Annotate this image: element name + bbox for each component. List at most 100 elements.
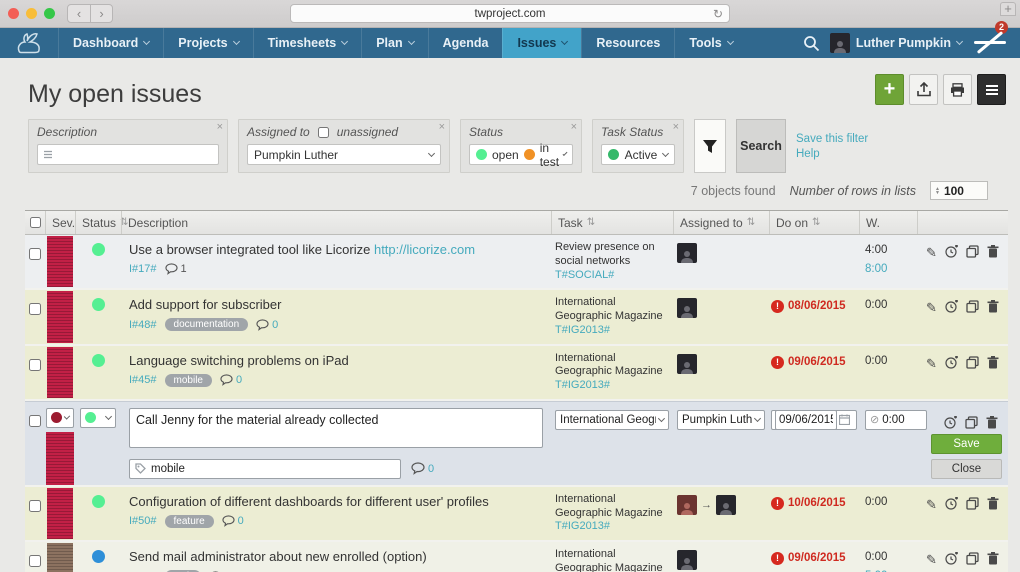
browser-back-button[interactable]: ‹ <box>68 5 90 22</box>
export-button[interactable] <box>909 74 938 105</box>
copy-icon[interactable] <box>966 497 979 510</box>
address-bar[interactable]: twproject.com ↻ <box>290 4 730 23</box>
trash-icon[interactable] <box>987 245 999 258</box>
remove-filter-icon[interactable]: × <box>217 121 223 133</box>
task-name[interactable]: International Geographic Magazine <box>555 296 663 322</box>
task-name[interactable]: International Geographic Magazine <box>555 493 663 519</box>
header-assigned-to[interactable]: Assigned to ⇅ <box>673 211 769 234</box>
description-editor[interactable]: Call Jenny for the material already coll… <box>129 407 543 448</box>
task-code[interactable]: T#SOCIAL# <box>555 269 614 281</box>
close-annotation-icon[interactable]: 2 <box>972 21 1008 57</box>
issue-tag[interactable]: feature <box>164 514 214 528</box>
timer-icon[interactable] <box>945 355 958 369</box>
row-checkbox[interactable] <box>29 499 41 512</box>
user-menu[interactable]: Luther Pumpkin <box>829 33 964 53</box>
remove-filter-icon[interactable]: × <box>673 121 679 133</box>
edit-icon[interactable]: ✎ <box>926 356 937 372</box>
edit-icon[interactable]: ✎ <box>926 497 937 513</box>
zoom-window-icon[interactable] <box>44 8 55 19</box>
assignee-select[interactable]: Pumpkin Luth <box>677 409 765 430</box>
assignee-avatar[interactable] <box>677 243 697 263</box>
row-checkbox[interactable] <box>29 248 41 260</box>
tags-input[interactable]: mobile <box>129 458 401 479</box>
comments[interactable]: 0 <box>220 374 242 386</box>
print-button[interactable] <box>943 74 972 105</box>
row-checkbox[interactable] <box>29 555 41 567</box>
assignee-avatar[interactable] <box>677 298 697 319</box>
task-code[interactable]: T#IG2013# <box>555 379 610 391</box>
nav-item-resources[interactable]: Resources <box>581 28 674 58</box>
edit-icon[interactable]: ✎ <box>926 552 937 568</box>
advanced-filter-button[interactable] <box>694 119 726 173</box>
minimize-window-icon[interactable] <box>26 8 37 19</box>
comments[interactable]: 0 <box>411 462 434 476</box>
comments[interactable]: 1 <box>164 263 187 275</box>
issue-id[interactable]: I#17# <box>129 263 157 275</box>
task-code[interactable]: T#IG2013# <box>555 520 610 532</box>
copy-icon[interactable] <box>966 355 979 369</box>
issue-title[interactable]: Configuration of different dashboards fo… <box>129 494 489 509</box>
issue-tag[interactable]: mobile <box>164 373 212 387</box>
trash-icon[interactable] <box>986 415 998 429</box>
nav-item-projects[interactable]: Projects <box>163 28 252 58</box>
issue-id[interactable]: I#50# <box>129 515 157 527</box>
task-name[interactable]: Review presence on social networks <box>555 241 655 267</box>
issue-title[interactable]: Add support for subscriber <box>129 297 281 312</box>
new-tab-button[interactable]: + <box>1000 2 1016 16</box>
assigned-to-select[interactable]: Pumpkin Luther <box>247 144 441 165</box>
header-description[interactable]: Description <box>121 211 551 234</box>
issue-title[interactable]: Send mail administrator about new enroll… <box>129 549 427 564</box>
due-date-input[interactable] <box>775 409 837 430</box>
comments[interactable]: 0 <box>256 319 278 331</box>
task-code[interactable]: T#IG2013# <box>555 324 610 336</box>
add-issue-button[interactable]: + <box>875 74 904 105</box>
unassigned-checkbox[interactable] <box>317 126 329 138</box>
header-sev[interactable]: Sev. <box>45 211 75 234</box>
task-status-select[interactable]: Active <box>601 144 675 165</box>
assignee-avatar[interactable] <box>677 494 697 515</box>
trash-icon[interactable] <box>987 355 999 369</box>
comments[interactable]: 0 <box>222 515 244 527</box>
timer-icon[interactable] <box>945 552 958 565</box>
task-name[interactable]: International Geographic Magazine <box>555 352 663 378</box>
due-date-field[interactable] <box>771 409 857 430</box>
search-button[interactable]: Search <box>736 119 786 173</box>
description-filter-input[interactable] <box>37 144 219 165</box>
save-filter-link[interactable]: Save this filter <box>796 133 868 145</box>
timer-icon[interactable] <box>944 415 957 429</box>
list-menu-button[interactable] <box>977 74 1006 105</box>
nav-item-issues[interactable]: Issues <box>502 28 582 58</box>
row-checkbox[interactable] <box>29 414 41 427</box>
nav-item-dashboard[interactable]: Dashboard <box>58 28 163 58</box>
trash-icon[interactable] <box>987 552 999 565</box>
row-checkbox[interactable] <box>29 358 41 371</box>
timer-icon[interactable] <box>945 300 958 313</box>
copy-icon[interactable] <box>966 245 979 258</box>
header-do-on[interactable]: Do on ⇅ <box>769 211 859 234</box>
copy-icon[interactable] <box>965 416 978 429</box>
issue-id[interactable]: I#45# <box>129 374 157 386</box>
save-button[interactable]: Save <box>931 433 1002 454</box>
issue-title[interactable]: Language switching problems on iPad <box>129 353 349 368</box>
spinner-icon[interactable]: ▲ ▼ <box>935 186 940 195</box>
row-checkbox[interactable] <box>29 303 41 316</box>
issue-tag[interactable]: documentation <box>164 318 249 332</box>
task-select[interactable]: International Geogra <box>555 409 669 430</box>
timer-icon[interactable] <box>945 245 958 258</box>
timer-icon[interactable] <box>945 496 958 510</box>
help-link[interactable]: Help <box>796 148 868 160</box>
nav-item-timesheets[interactable]: Timesheets <box>252 28 362 58</box>
status-select[interactable] <box>80 407 116 428</box>
copy-icon[interactable] <box>966 300 979 313</box>
assignee-avatar[interactable] <box>677 550 697 570</box>
status-select[interactable]: open in test <box>469 141 573 169</box>
nav-item-plan[interactable]: Plan <box>361 28 427 58</box>
issue-title[interactable]: Use a browser integrated tool like Licor… <box>129 242 370 257</box>
close-button[interactable]: Close <box>931 458 1002 479</box>
header-status[interactable]: Status ⇅ <box>75 211 128 234</box>
issue-id[interactable]: I#48# <box>129 319 157 331</box>
refresh-icon[interactable]: ↻ <box>713 7 723 21</box>
issue-link[interactable]: http://licorize.com <box>374 242 475 257</box>
calendar-icon[interactable] <box>839 414 850 426</box>
search-icon[interactable] <box>803 35 820 52</box>
